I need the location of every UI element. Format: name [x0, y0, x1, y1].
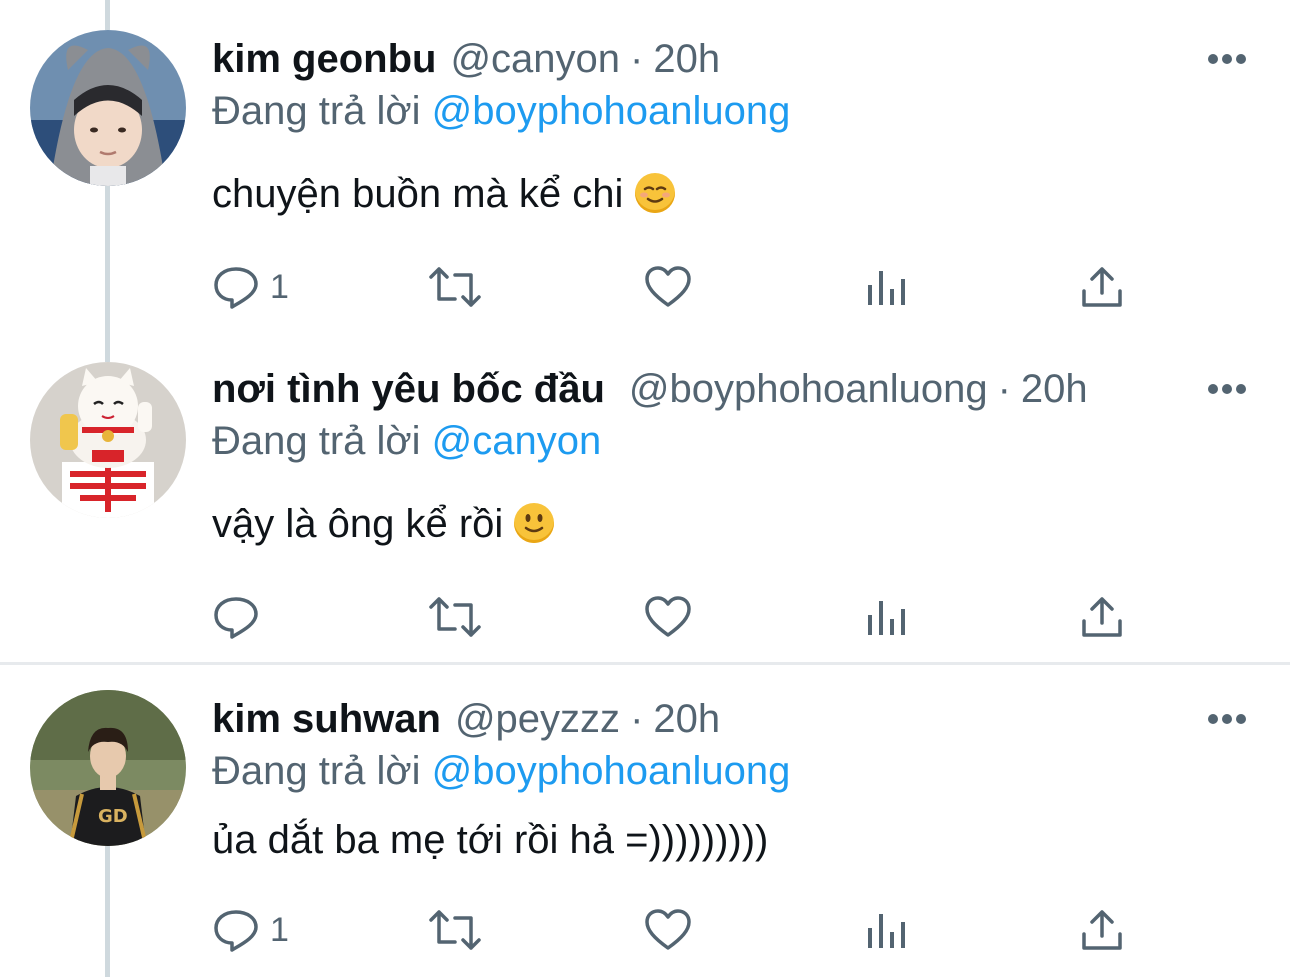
- like-icon: [645, 266, 691, 307]
- svg-text:GD: GD: [98, 806, 128, 827]
- retweet-button[interactable]: [427, 592, 483, 642]
- reply-prefix: Đang trả lời: [212, 89, 421, 133]
- reply-prefix: Đang trả lời: [212, 419, 421, 463]
- tweet[interactable]: GD kim suhwan @peyzzz · 20h Đang trả lời @b…: [0, 665, 1290, 977]
- retweet-button[interactable]: [427, 905, 483, 955]
- action-bar: [212, 592, 1132, 642]
- user-handle[interactable]: @boyphohoanluong: [629, 367, 988, 411]
- replying-to: Đang trả lời @boyphohoanluong: [212, 86, 790, 136]
- retweet-icon: [429, 267, 481, 307]
- views-icon: [868, 271, 905, 305]
- action-bar: 1: [212, 262, 1132, 312]
- views-icon: [868, 914, 905, 948]
- display-name[interactable]: nơi tình yêu bốc đầu: [212, 367, 605, 411]
- avatar[interactable]: GD: [30, 690, 186, 846]
- replying-to: Đang trả lời @boyphohoanluong: [212, 746, 790, 796]
- reply-mention-link[interactable]: @boyphohoanluong: [432, 749, 791, 793]
- more-icon[interactable]: [1205, 49, 1249, 69]
- tweet-text-content: chuyện buồn mà kể chi: [212, 172, 624, 216]
- timestamp[interactable]: 20h: [653, 37, 720, 81]
- like-button[interactable]: [644, 592, 692, 642]
- avatar[interactable]: [30, 362, 186, 518]
- reply-button[interactable]: 1: [212, 905, 289, 955]
- tweet[interactable]: nơi tình yêu bốc đầu @boyphohoanluong · 20h…: [0, 340, 1290, 662]
- reply-mention-link[interactable]: @canyon: [432, 419, 602, 463]
- slightly-smiling-face-emoji: [514, 503, 555, 543]
- tweet-text-content: vậy là ông kể rồi: [212, 502, 504, 546]
- tweet-header: nơi tình yêu bốc đầu @boyphohoanluong · 20h: [212, 364, 1088, 414]
- share-button[interactable]: [1078, 592, 1126, 642]
- share-button[interactable]: [1078, 262, 1126, 312]
- reply-icon: [214, 910, 258, 952]
- separator-dot: ·: [630, 37, 644, 81]
- tweet-text: chuyện buồn mà kể chi: [212, 169, 675, 219]
- retweet-button[interactable]: [427, 262, 483, 312]
- reply-icon: [214, 597, 258, 639]
- reply-button[interactable]: [212, 592, 270, 642]
- share-button[interactable]: [1078, 905, 1126, 955]
- reply-count: 1: [270, 910, 289, 949]
- tweet-header: kim geonbu @canyon · 20h: [212, 34, 720, 84]
- separator-dot: ·: [630, 697, 644, 741]
- timestamp[interactable]: 20h: [653, 697, 720, 741]
- reply-prefix: Đang trả lời: [212, 749, 421, 793]
- retweet-icon: [429, 597, 481, 637]
- relieved-face-emoji: [634, 173, 675, 213]
- retweet-icon: [429, 910, 481, 950]
- like-button[interactable]: [644, 905, 692, 955]
- reply-mention-link[interactable]: @boyphohoanluong: [432, 89, 791, 133]
- views-button[interactable]: [862, 262, 910, 312]
- avatar[interactable]: [30, 30, 186, 186]
- replying-to: Đang trả lời @canyon: [212, 416, 601, 466]
- like-icon: [645, 909, 691, 950]
- views-icon: [868, 601, 905, 635]
- share-icon: [1082, 267, 1122, 307]
- user-handle[interactable]: @canyon: [450, 37, 620, 81]
- tweet-text-content: ủa dắt ba mẹ tới rồi hả =))))))))): [212, 818, 769, 862]
- action-bar: 1: [212, 905, 1132, 955]
- tweet-header: kim suhwan @peyzzz · 20h: [212, 694, 720, 744]
- more-icon[interactable]: [1205, 709, 1249, 729]
- views-button[interactable]: [862, 905, 910, 955]
- display-name[interactable]: kim geonbu: [212, 37, 436, 81]
- tweet[interactable]: kim geonbu @canyon · 20h Đang trả lời @boyp…: [0, 0, 1290, 340]
- like-icon: [645, 596, 691, 637]
- views-button[interactable]: [862, 592, 910, 642]
- reply-count: 1: [270, 267, 289, 306]
- share-icon: [1082, 910, 1122, 950]
- tweet-text: vậy là ông kể rồi: [212, 499, 555, 549]
- timestamp[interactable]: 20h: [1021, 367, 1088, 411]
- reply-button[interactable]: 1: [212, 262, 289, 312]
- share-icon: [1082, 597, 1122, 637]
- like-button[interactable]: [644, 262, 692, 312]
- user-handle[interactable]: @peyzzz: [455, 697, 620, 741]
- display-name[interactable]: kim suhwan: [212, 697, 441, 741]
- reply-icon: [214, 267, 258, 309]
- separator-dot: ·: [997, 367, 1011, 411]
- more-icon[interactable]: [1205, 379, 1249, 399]
- tweet-text: ủa dắt ba mẹ tới rồi hả =))))))))): [212, 815, 768, 865]
